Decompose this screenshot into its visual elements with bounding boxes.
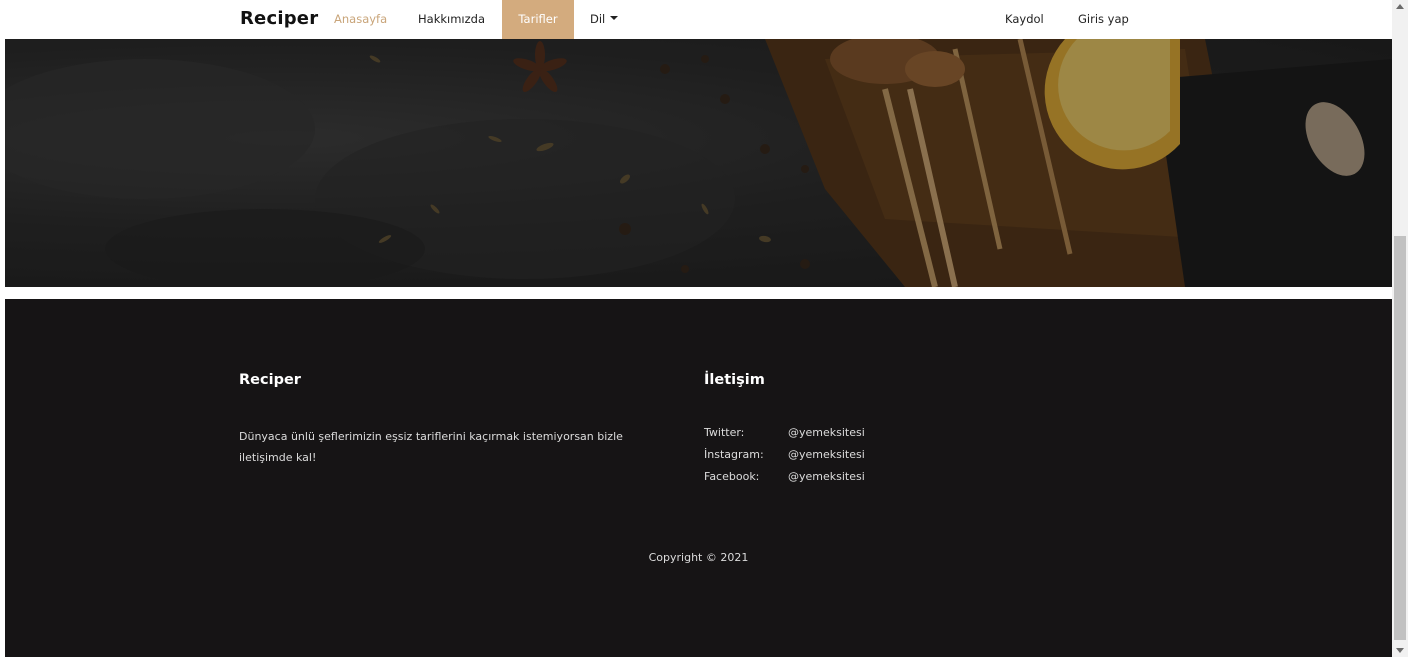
vertical-scrollbar[interactable]	[1392, 0, 1408, 657]
nav-signup-link[interactable]: Kaydol	[989, 0, 1060, 39]
contact-row-twitter: Twitter: @yemeksitesi	[704, 426, 865, 439]
nav-recipes-link[interactable]: Tarifler	[502, 0, 574, 39]
scroll-up-arrow-icon[interactable]	[1396, 4, 1404, 9]
contact-handle-link[interactable]: @yemeksitesi	[788, 448, 865, 461]
nav-language-label: Dil	[590, 12, 606, 26]
site-footer: Reciper Dünyaca ünlü şeflerimizin eşsiz …	[5, 299, 1392, 657]
footer-description: Dünyaca ünlü şeflerimizin eşsiz tarifler…	[239, 430, 623, 464]
contact-row-instagram: İnstagram: @yemeksitesi	[704, 448, 865, 461]
nav-about-link[interactable]: Hakkımızda	[402, 0, 501, 39]
nav-home-link[interactable]: Anasayfa	[318, 0, 403, 39]
page-viewport: Reciper Anasayfa Hakkımızda Tarifler Dil…	[0, 0, 1392, 657]
footer-brand-title: Reciper	[239, 372, 301, 388]
caret-down-icon	[610, 16, 619, 20]
top-navbar: Reciper Anasayfa Hakkımızda Tarifler Dil…	[0, 0, 1392, 39]
contact-label: Facebook:	[704, 470, 760, 483]
contact-label: Twitter:	[704, 426, 745, 439]
footer-contact-title: İletişim	[704, 372, 765, 388]
contact-handle-link[interactable]: @yemeksitesi	[788, 426, 865, 439]
contact-handle-link[interactable]: @yemeksitesi	[788, 470, 865, 483]
navbar-brand[interactable]: Reciper	[240, 8, 318, 29]
footer-copyright: Copyright © 2021	[648, 551, 749, 564]
contact-label: İnstagram:	[704, 448, 764, 461]
nav-login-link[interactable]: Giris yap	[1062, 0, 1145, 39]
scrollbar-thumb[interactable]	[1394, 236, 1406, 640]
hero-dark-overlay	[5, 39, 1392, 287]
scroll-down-arrow-icon[interactable]	[1396, 648, 1404, 653]
contact-row-facebook: Facebook: @yemeksitesi	[704, 470, 865, 483]
nav-language-dropdown[interactable]: Dil	[574, 0, 634, 39]
hero-food-image	[5, 39, 1392, 287]
